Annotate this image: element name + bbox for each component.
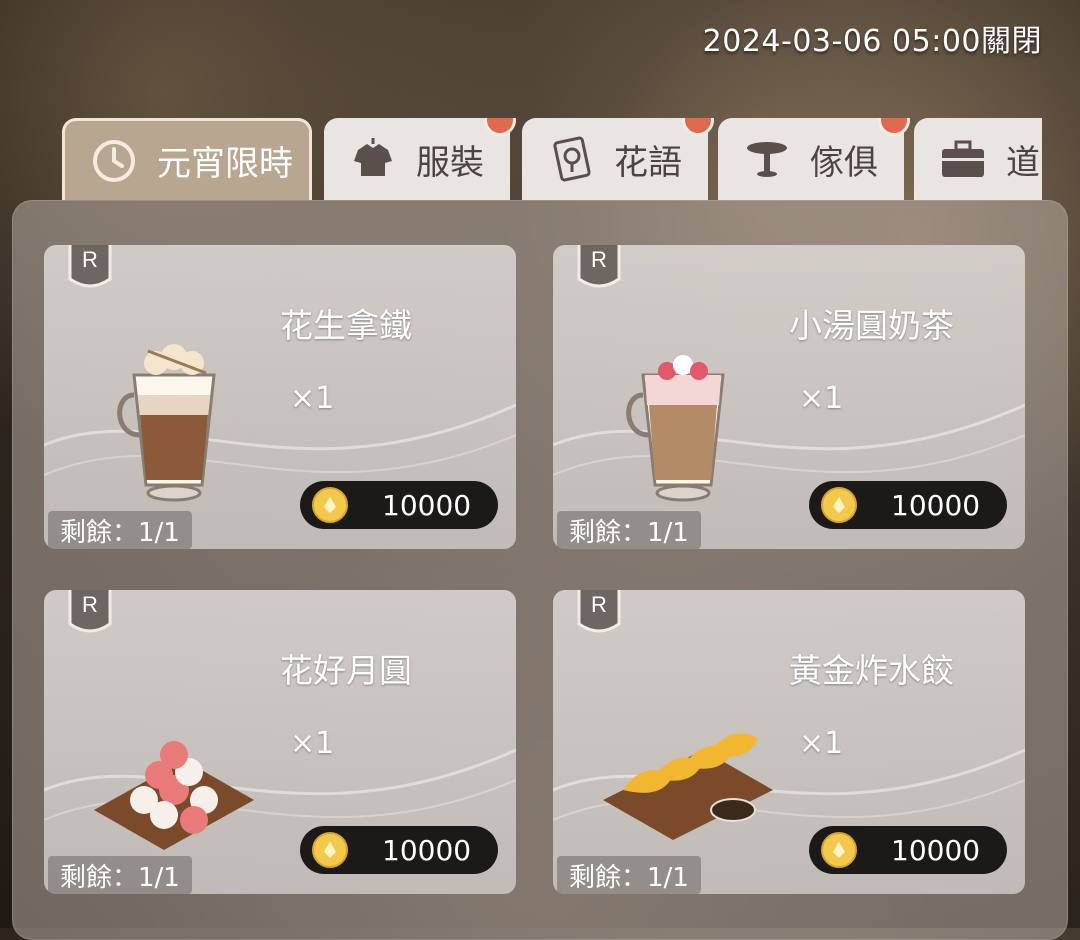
svg-text:R: R bbox=[591, 247, 607, 272]
coin-icon bbox=[312, 487, 348, 523]
clock-icon bbox=[93, 139, 135, 182]
coin-icon bbox=[821, 487, 857, 523]
tangyuan-platter-icon bbox=[94, 741, 254, 850]
tab-lantern-limited[interactable]: 元宵限時 bbox=[62, 118, 312, 200]
buy-button[interactable]: 10000 bbox=[809, 826, 1007, 874]
price-value: 10000 bbox=[382, 488, 472, 522]
item-quantity: ×1 bbox=[290, 726, 335, 761]
price-value: 10000 bbox=[891, 833, 981, 867]
remaining-stock: 剩餘：1/1 bbox=[48, 511, 192, 549]
tab-clothing[interactable]: 服裝 bbox=[324, 118, 516, 200]
peanut-latte-icon bbox=[117, 344, 216, 502]
table-icon bbox=[747, 142, 787, 177]
svg-text:R: R bbox=[82, 592, 98, 617]
tab-label: 傢俱 bbox=[810, 142, 878, 183]
tab-label: 元宵限時 bbox=[157, 144, 293, 184]
item-quantity: ×1 bbox=[290, 381, 335, 416]
tab-furniture[interactable]: 傢俱 bbox=[718, 118, 910, 200]
tab-flower-language[interactable]: 花語 bbox=[522, 118, 714, 200]
close-date-notice: 2024-03-06 05:00關閉 bbox=[702, 24, 1042, 59]
rose-card-icon bbox=[553, 136, 591, 182]
shirt-icon bbox=[354, 138, 392, 176]
coin-icon bbox=[821, 832, 857, 868]
notification-badge bbox=[484, 118, 516, 136]
tab-label: 服裝 bbox=[416, 142, 484, 183]
rarity-badge-icon: R bbox=[577, 590, 621, 633]
shop-item-card[interactable]: R 花生拿鐵 ×1 10000 剩餘：1/1 bbox=[44, 245, 516, 549]
tab-props[interactable]: 道 bbox=[914, 118, 1042, 200]
item-name: 花好月圓 bbox=[280, 651, 412, 690]
item-quantity: ×1 bbox=[799, 381, 844, 416]
shop-item-card[interactable]: R 花好月圓 ×1 10000 剩餘：1/1 bbox=[44, 590, 516, 894]
tab-label: 花語 bbox=[614, 142, 682, 183]
rarity-badge-icon: R bbox=[68, 245, 112, 288]
coin-icon bbox=[312, 832, 348, 868]
fried-dumplings-icon bbox=[603, 733, 773, 840]
rarity-badge-icon: R bbox=[68, 590, 112, 633]
item-quantity: ×1 bbox=[799, 726, 844, 761]
shop-item-card[interactable]: R 黃金炸水餃 ×1 10000 剩餘：1/1 bbox=[553, 590, 1025, 894]
tangyuan-milk-tea-icon bbox=[626, 355, 725, 502]
briefcase-icon bbox=[942, 140, 984, 177]
price-value: 10000 bbox=[382, 833, 472, 867]
svg-text:R: R bbox=[591, 592, 607, 617]
remaining-stock: 剩餘：1/1 bbox=[557, 856, 701, 894]
rarity-badge-icon: R bbox=[577, 245, 621, 288]
remaining-stock: 剩餘：1/1 bbox=[48, 856, 192, 894]
item-name: 小湯圓奶茶 bbox=[789, 306, 954, 345]
tab-label: 道 bbox=[1006, 142, 1040, 183]
buy-button[interactable]: 10000 bbox=[300, 826, 498, 874]
category-tabs: 元宵限時 服裝 花語 傢俱 道 bbox=[62, 118, 1042, 200]
notification-badge bbox=[682, 118, 714, 136]
item-name: 黃金炸水餃 bbox=[789, 651, 954, 690]
remaining-stock: 剩餘：1/1 bbox=[557, 511, 701, 549]
svg-text:R: R bbox=[82, 247, 98, 272]
buy-button[interactable]: 10000 bbox=[300, 481, 498, 529]
buy-button[interactable]: 10000 bbox=[809, 481, 1007, 529]
shop-item-card[interactable]: R 小湯圓奶茶 ×1 10000 剩餘：1/1 bbox=[553, 245, 1025, 549]
price-value: 10000 bbox=[891, 488, 981, 522]
notification-badge bbox=[878, 118, 910, 136]
item-name: 花生拿鐵 bbox=[280, 306, 412, 345]
